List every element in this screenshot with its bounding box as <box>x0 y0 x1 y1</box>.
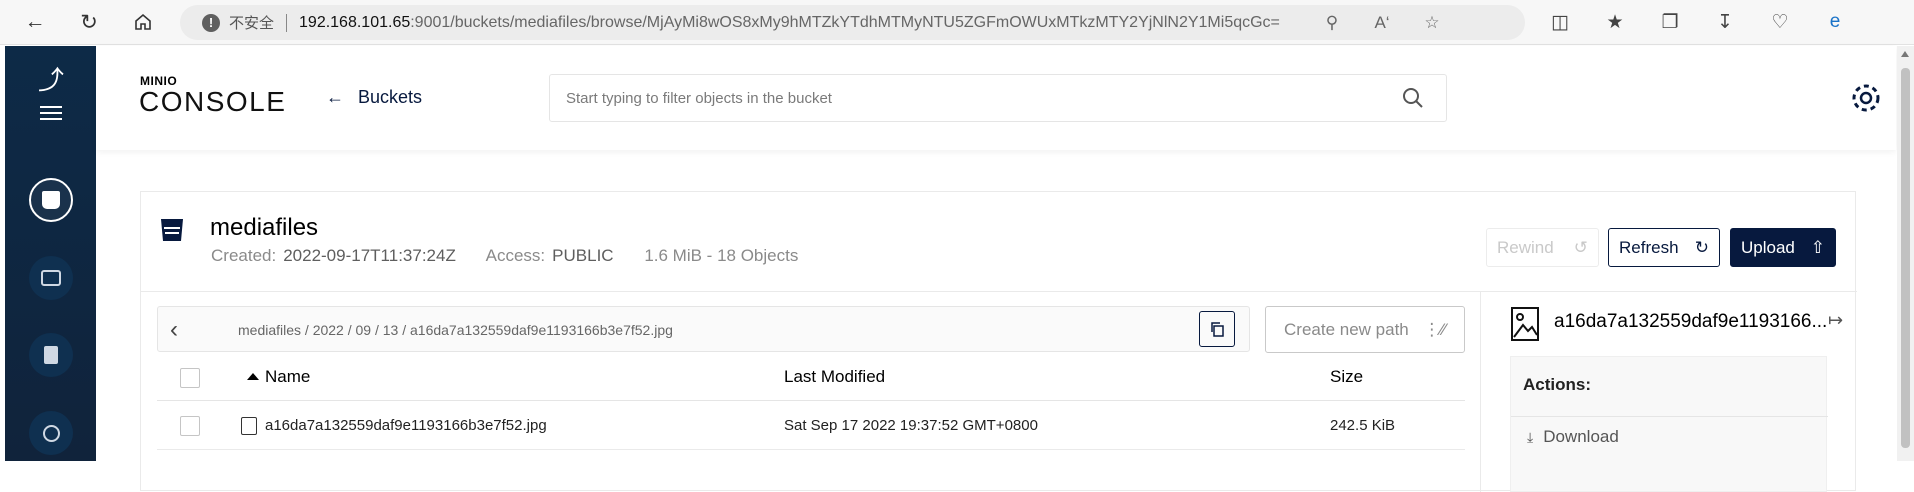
actions-divider <box>1511 416 1828 417</box>
breadcrumb-path[interactable]: mediafiles / 2022 / 09 / 13 / a16da7a132… <box>238 322 673 338</box>
bucket-card: mediafiles Created: 2022-09-17T11:37:24Z … <box>140 191 1857 492</box>
scroll-thumb[interactable] <box>1901 68 1910 448</box>
url-text[interactable]: 192.168.101.65:9001/buckets/mediafiles/b… <box>299 14 1349 32</box>
select-all-checkbox[interactable] <box>180 368 200 388</box>
column-size[interactable]: Size <box>1330 367 1363 387</box>
back-label: Buckets <box>358 87 423 107</box>
column-last-modified[interactable]: Last Modified <box>784 367 885 387</box>
reload-icon[interactable]: ↻ <box>74 7 104 37</box>
back-arrow-icon: ← <box>326 87 344 107</box>
id-card-icon <box>41 270 61 286</box>
url-path: :9001/buckets/mediafiles/browse/MjAyMi8w… <box>410 13 1280 31</box>
upload-icon: ⇧ <box>1810 237 1825 257</box>
created-value: 2022-09-17T11:37:24Z <box>283 246 456 265</box>
bucket-size-info: 1.6 MiB - 18 Objects <box>644 246 799 265</box>
upload-button[interactable]: Upload ⇧ <box>1730 228 1836 267</box>
sidebar-item-buckets[interactable] <box>29 178 73 222</box>
back-arrow-icon[interactable]: ← <box>20 7 50 37</box>
minio-logo-icon[interactable]: ⤴ <box>38 60 64 95</box>
refresh-icon: ↻ <box>1694 237 1709 257</box>
row-size: 242.5 KiB <box>1330 417 1396 434</box>
back-to-buckets-link[interactable]: ← Buckets <box>326 87 422 108</box>
key-icon[interactable]: ⚲ <box>1320 11 1344 35</box>
favorite-icon[interactable]: ☆ <box>1420 11 1444 35</box>
page-scrollbar[interactable] <box>1897 46 1914 461</box>
search-icon[interactable] <box>1402 87 1424 109</box>
health-icon[interactable]: ♡ <box>1766 8 1794 36</box>
upload-label: Upload <box>1741 237 1795 257</box>
url-host: 192.168.101.65 <box>299 13 411 31</box>
copy-path-button[interactable] <box>1199 311 1235 347</box>
scroll-up-icon[interactable] <box>1901 51 1909 57</box>
edge-icon[interactable]: e <box>1821 8 1849 36</box>
rewind-button[interactable]: Rewind ↺ <box>1486 228 1599 267</box>
access-value: PUBLIC <box>552 246 614 265</box>
new-path-icon: ⋮⁄⁄ <box>1423 319 1446 339</box>
selected-object-name: a16da7a132559daf9e1193166... <box>1554 311 1828 332</box>
rewind-icon: ↺ <box>1573 237 1588 257</box>
sidebar-item-policies[interactable] <box>29 333 73 377</box>
lock-icon <box>44 346 58 364</box>
row-last-modified: Sat Sep 17 2022 19:37:52 GMT+0800 <box>784 417 1038 434</box>
actions-panel: Actions: ⤓ Download <box>1510 356 1828 492</box>
menu-icon[interactable] <box>40 106 62 124</box>
copy-icon <box>1211 322 1224 337</box>
create-new-path-label: Create new path <box>1284 319 1409 339</box>
read-aloud-icon[interactable]: A‘ <box>1370 11 1394 35</box>
gear-icon[interactable] <box>1848 80 1884 116</box>
create-new-path-button[interactable]: Create new path ⋮⁄⁄ <box>1265 306 1465 353</box>
image-file-icon <box>241 417 257 435</box>
sidebar-item-monitoring[interactable] <box>29 411 73 455</box>
sidebar: ⤴ <box>5 46 96 461</box>
column-name[interactable]: Name <box>265 367 310 387</box>
rewind-label: Rewind <box>1497 237 1554 257</box>
page-header: MINIO CONSOLE ← Buckets Start typing to … <box>96 46 1896 150</box>
address-bar[interactable]: ! 不安全 192.168.101.65:9001/buckets/mediaf… <box>180 5 1525 40</box>
image-file-icon <box>1511 307 1539 341</box>
card-divider <box>141 291 1857 292</box>
row-file-name[interactable]: a16da7a132559daf9e1193166b3e7f52.jpg <box>265 417 547 434</box>
download-label: Download <box>1543 427 1619 446</box>
browser-toolbar: ← ↻ ! 不安全 192.168.101.65:9001/buckets/me… <box>0 0 1914 45</box>
sidebar-item-identity[interactable] <box>29 256 73 300</box>
table-row[interactable]: a16da7a132559daf9e1193166b3e7f52.jpg Sat… <box>157 402 1465 450</box>
created-label: Created: <box>211 246 277 265</box>
access-label: Access: <box>485 246 546 265</box>
bucket-icon <box>161 219 183 241</box>
collections-icon[interactable]: ❐ <box>1656 8 1684 36</box>
warning-icon: ! <box>202 13 220 32</box>
split-screen-icon[interactable]: ◫ <box>1546 8 1574 36</box>
object-filter-input[interactable]: Start typing to filter objects in the bu… <box>549 74 1447 122</box>
insecure-label: 不安全 <box>229 15 275 32</box>
actions-title: Actions: <box>1523 375 1591 394</box>
sort-ascending-icon[interactable] <box>247 373 259 380</box>
close-panel-icon[interactable]: ↦ <box>1828 310 1843 331</box>
bucket-meta: Created: 2022-09-17T11:37:24Z Access: PUBL… <box>211 246 798 266</box>
download-icon: ⤓ <box>1527 428 1534 445</box>
home-icon[interactable] <box>128 7 158 37</box>
favorites-list-icon[interactable]: ★ <box>1601 8 1629 36</box>
row-checkbox[interactable] <box>180 416 200 436</box>
search-placeholder: Start typing to filter objects in the bu… <box>566 90 832 107</box>
bucket-icon <box>42 191 60 209</box>
chevron-left-icon[interactable]: ‹ <box>170 316 178 344</box>
bucket-name: mediafiles <box>210 214 319 241</box>
download-action[interactable]: ⤓ Download <box>1527 427 1619 447</box>
panel-divider <box>1480 292 1481 492</box>
address-separator <box>286 13 288 32</box>
table-header: Name Last Modified Size <box>157 355 1465 401</box>
downloads-icon[interactable]: ↧ <box>1711 8 1739 36</box>
monitoring-icon <box>42 424 60 442</box>
breadcrumb: ‹ mediafiles / 2022 / 09 / 13 / a16da7a1… <box>157 306 1250 352</box>
logo-console: CONSOLE <box>139 86 287 117</box>
refresh-label: Refresh <box>1619 237 1679 257</box>
refresh-button[interactable]: Refresh ↻ <box>1608 228 1720 267</box>
